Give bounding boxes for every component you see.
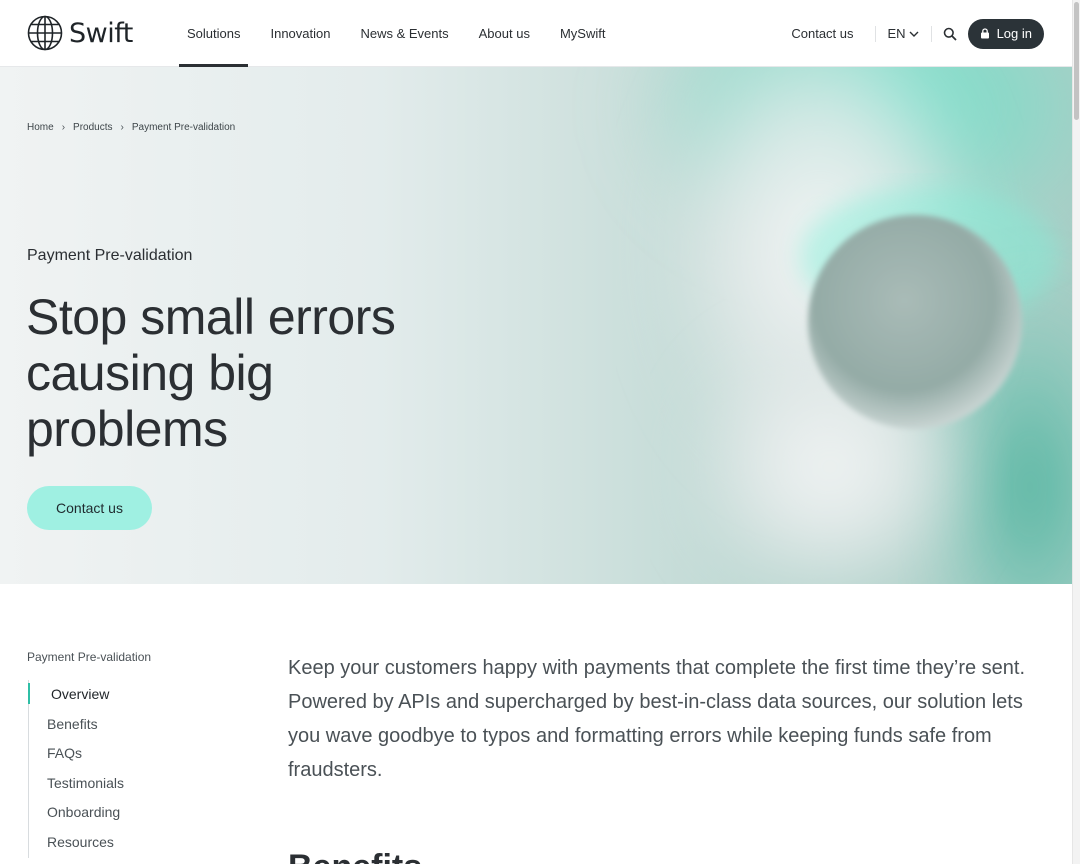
side-nav-testimonials[interactable]: Testimonials (29, 769, 124, 799)
hero-eyebrow: Payment Pre-validation (27, 247, 193, 264)
intro-paragraph: Keep your customers happy with payments … (288, 657, 1026, 781)
breadcrumb-products[interactable]: Products (73, 122, 112, 133)
hero-contact-button[interactable]: Contact us (27, 486, 152, 530)
main-nav: Solutions Innovation News & Events About… (179, 0, 627, 67)
scrollbar-thumb[interactable] (1074, 2, 1079, 120)
search-icon (943, 27, 957, 41)
globe-icon (27, 15, 63, 51)
site-header: Swift Solutions Innovation News & Events… (0, 0, 1072, 67)
login-button[interactable]: Log in (967, 18, 1044, 49)
language-label: EN (887, 25, 906, 41)
hero-title-line: Stop small errors (26, 289, 396, 345)
login-label: Log in (996, 26, 1032, 41)
hero-banner: Home › Products › Payment Pre-validation… (0, 67, 1072, 584)
hero-title-line: causing big (26, 345, 274, 401)
logo-text: Swift (69, 17, 133, 49)
header-utilities: Contact us EN Log in (791, 0, 1044, 67)
side-nav-overview[interactable]: Overview (27, 680, 124, 710)
side-nav-onboarding[interactable]: Onboarding (29, 798, 124, 828)
side-nav-benefits[interactable]: Benefits (29, 710, 124, 740)
swift-logo[interactable]: Swift (27, 15, 133, 51)
benefits-heading: Benefits (288, 848, 422, 864)
nav-about-us[interactable]: About us (471, 0, 538, 67)
search-button[interactable] (932, 20, 968, 48)
side-nav-resources[interactable]: Resources (29, 828, 124, 858)
nav-myswift[interactable]: MySwift (552, 0, 614, 67)
breadcrumb: Home › Products › Payment Pre-validation (27, 122, 235, 133)
page-section-nav: Overview Benefits FAQs Testimonials Onbo… (27, 680, 124, 858)
language-selector[interactable]: EN (876, 25, 932, 42)
header-contact-link[interactable]: Contact us (791, 25, 876, 42)
nav-solutions[interactable]: Solutions (179, 0, 249, 67)
page-scrollbar[interactable] (1072, 0, 1080, 864)
nav-news-events[interactable]: News & Events (352, 0, 456, 67)
breadcrumb-home[interactable]: Home (27, 122, 54, 133)
side-nav-faqs[interactable]: FAQs (29, 739, 124, 769)
chevron-right-icon: › (120, 122, 124, 133)
hero-title: Stop small errors causing big problems (26, 289, 486, 457)
nav-innovation[interactable]: Innovation (262, 0, 338, 67)
hero-title-line: problems (26, 401, 228, 457)
breadcrumb-current: Payment Pre-validation (131, 122, 236, 133)
lock-icon (980, 28, 989, 39)
chevron-down-icon (909, 31, 919, 37)
chevron-right-icon: › (61, 122, 66, 133)
side-nav-title: Payment Pre-validation (27, 650, 152, 664)
